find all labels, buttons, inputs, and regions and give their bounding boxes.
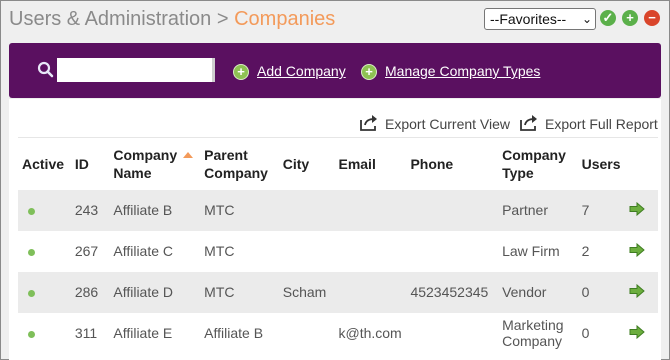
cell-company-name: Affiliate D (109, 271, 201, 313)
search-input[interactable] (57, 58, 215, 82)
breadcrumb-separator: > (211, 8, 235, 30)
breadcrumb: Users & Administration > Companies (9, 8, 335, 31)
cell-parent-company: MTC (200, 189, 279, 231)
cell-parent-company: MTC (204, 243, 235, 259)
companies-table: Active ID Company Name Parent Company City… (18, 137, 658, 354)
favorites-select[interactable]: --Favorites-- ⌄ (484, 8, 596, 30)
cell-phone (406, 189, 499, 231)
cell-users: 0 (581, 325, 590, 341)
column-header-users[interactable]: Users (577, 137, 625, 190)
table-row[interactable]: 243 Affiliate B MTC Partner 7 (18, 189, 658, 231)
search-icon (37, 61, 54, 78)
table-row[interactable]: 267 Affiliate C MTC Law Firm 2 (18, 231, 658, 272)
column-header-company-name[interactable]: Company Name (109, 137, 201, 190)
export-full-report-link[interactable]: Export Full Report (545, 116, 658, 132)
column-header-phone[interactable]: Phone (406, 137, 499, 190)
cell-users: 7 (577, 189, 625, 231)
cell-parent-company: Affiliate B (204, 325, 264, 341)
companies-panel: Export Current View Export Full Report A… (9, 99, 661, 360)
cell-company-name: Affiliate E (113, 325, 173, 341)
export-current-view-link[interactable]: Export Current View (385, 116, 510, 132)
cell-city (279, 231, 335, 272)
column-header-actions (624, 137, 658, 190)
cell-company-type: Marketing Company (502, 317, 564, 349)
cell-company-type: Partner (498, 189, 578, 231)
column-header-active[interactable]: Active (18, 137, 71, 190)
cell-city (279, 313, 335, 354)
cell-phone (406, 231, 498, 272)
column-header-parent-company[interactable]: Parent Company (200, 137, 279, 190)
table-row[interactable]: 311 Affiliate E Affiliate B k@th.com Mar… (18, 313, 658, 354)
arrow-right-icon[interactable] (629, 283, 645, 298)
favorites-selected-value: --Favorites-- (490, 11, 567, 27)
cell-id: 243 (70, 189, 110, 231)
active-status-icon (28, 208, 35, 215)
export-icon[interactable] (519, 114, 539, 132)
remove-favorite-button[interactable]: − (644, 10, 660, 26)
cell-phone (406, 313, 498, 354)
cell-users: 2 (581, 243, 590, 259)
add-company-icon[interactable]: + (233, 64, 249, 80)
plus-icon: + (626, 10, 634, 25)
cell-email (334, 271, 407, 313)
column-header-id[interactable]: ID (70, 137, 110, 190)
column-header-company-type[interactable]: Company Type (498, 137, 578, 190)
company-toolbar: + Add Company + Manage Company Types (9, 43, 661, 98)
active-status-icon (28, 249, 35, 256)
add-favorite-button[interactable]: + (622, 10, 638, 26)
active-status-icon (28, 331, 35, 338)
cell-company-name: Affiliate C (113, 243, 174, 259)
cell-phone: 4523452345 (406, 271, 499, 313)
page-header: Users & Administration > Companies --Fav… (1, 1, 669, 41)
cell-id: 311 (74, 325, 98, 341)
sort-ascending-icon (183, 151, 194, 158)
manage-company-types-icon[interactable]: + (361, 64, 377, 80)
table-header-row: Active ID Company Name Parent Company City… (18, 137, 658, 190)
cell-city: Scham (278, 271, 335, 313)
arrow-right-icon[interactable] (629, 242, 645, 257)
check-icon: ✓ (602, 10, 614, 25)
manage-company-types-link[interactable]: Manage Company Types (385, 63, 540, 79)
arrow-right-icon[interactable] (629, 201, 645, 216)
cell-city (278, 189, 335, 231)
arrow-right-icon[interactable] (629, 324, 645, 339)
page-title: Companies (234, 8, 336, 30)
cell-id: 267 (74, 243, 99, 259)
cell-parent-company: MTC (200, 271, 279, 313)
column-header-email[interactable]: Email (334, 137, 407, 190)
chevron-down-icon: ⌄ (581, 12, 592, 26)
table-row[interactable]: 286 Affiliate D MTC Scham 4523452345 Ven… (18, 271, 658, 313)
cell-company-name: Affiliate B (109, 189, 201, 231)
column-header-city[interactable]: City (278, 137, 335, 190)
confirm-favorite-button[interactable]: ✓ (600, 10, 616, 26)
cell-id: 286 (70, 271, 110, 313)
minus-icon: − (648, 10, 656, 25)
cell-email (334, 189, 407, 231)
cell-email: k@th.com (338, 325, 402, 341)
cell-company-type: Law Firm (502, 243, 560, 259)
active-status-icon (28, 290, 35, 297)
cell-users: 0 (577, 271, 625, 313)
cell-company-type: Vendor (498, 271, 578, 313)
breadcrumb-parent[interactable]: Users & Administration (9, 8, 211, 30)
cell-email (334, 231, 406, 272)
export-icon[interactable] (359, 114, 379, 132)
add-company-link[interactable]: Add Company (257, 63, 346, 79)
